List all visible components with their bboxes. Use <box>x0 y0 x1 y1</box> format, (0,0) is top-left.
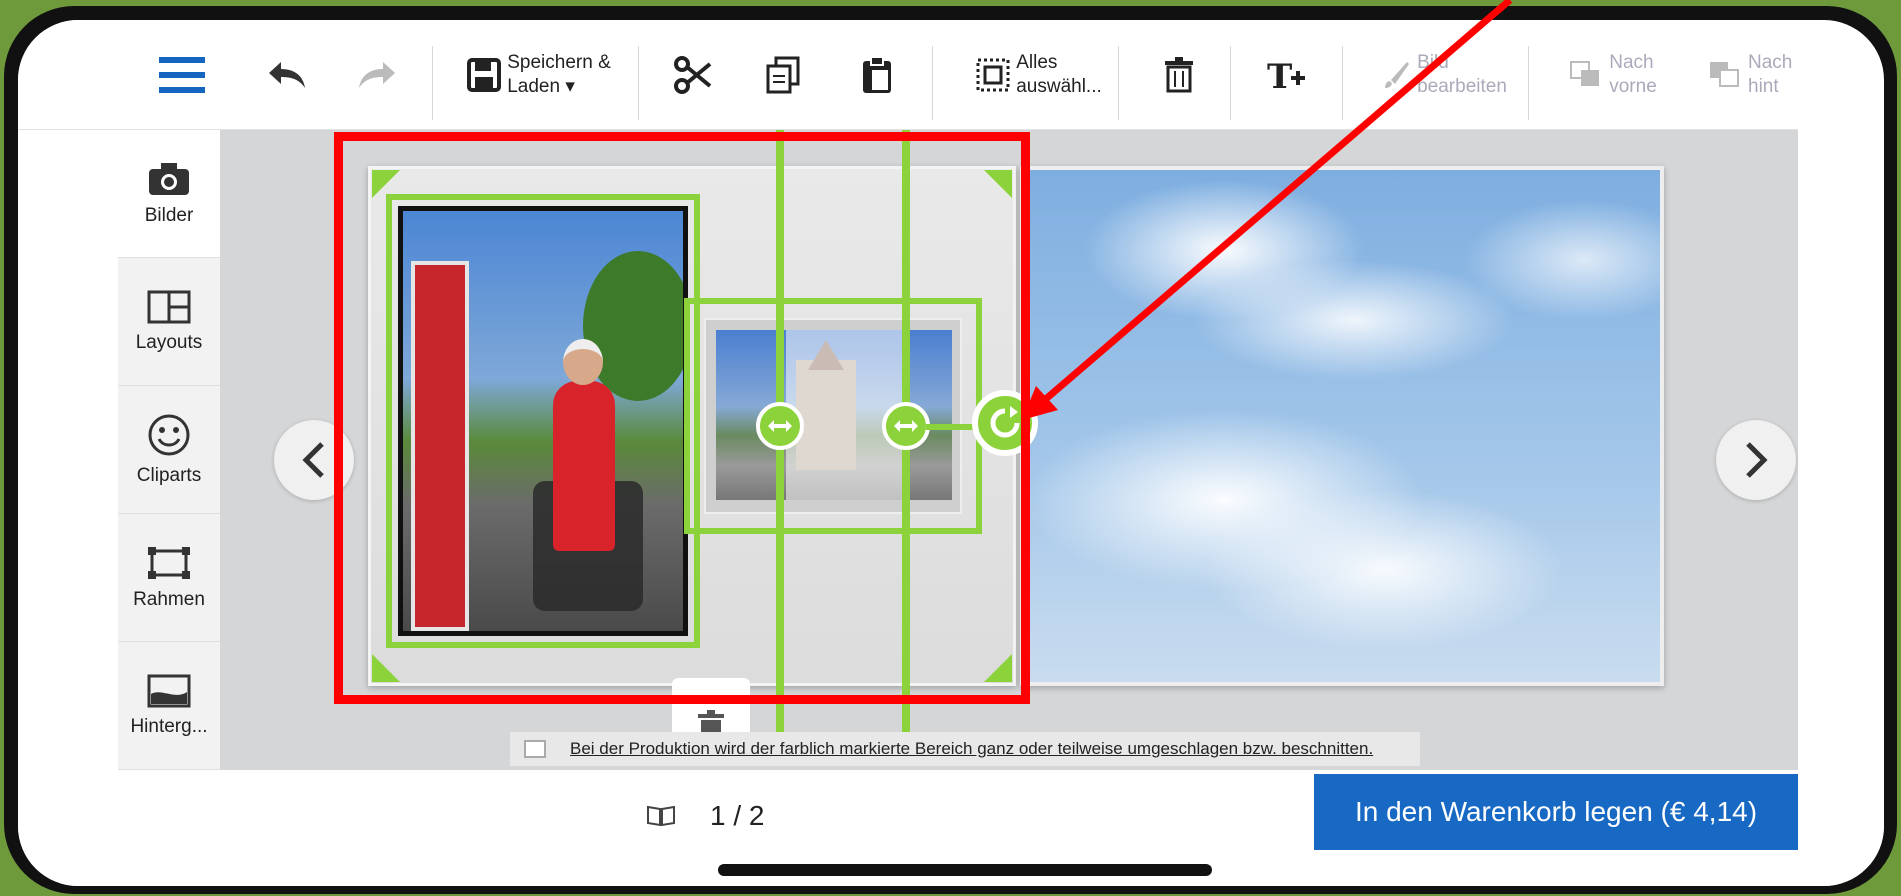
annotation-arrow <box>1022 0 1513 420</box>
